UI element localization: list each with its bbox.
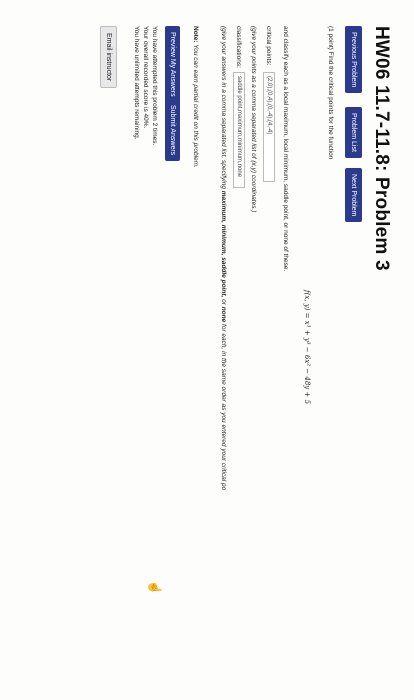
hint-pre: (give your answers in a comma separated … bbox=[220, 26, 227, 191]
critical-points-hint: (give your points as a comma separated l… bbox=[250, 26, 257, 213]
classify-instruction: and classify each as a local maximum, lo… bbox=[282, 26, 289, 272]
pointer-cursor-icon: ☝ bbox=[148, 580, 162, 595]
classifications-label: classifications: bbox=[235, 26, 242, 68]
note-text: You can earn partial credit on this prob… bbox=[192, 42, 199, 168]
attempts-text: You have attempted this problem 2 times. bbox=[151, 26, 158, 146]
page-title: HW06 11.7-11.8: Problem 3 bbox=[371, 26, 392, 271]
critical-points-label: critical points: bbox=[265, 26, 272, 66]
partial-credit-note: Note: You can earn partial credit on thi… bbox=[192, 26, 199, 168]
classifications-hint: (give your answers in a comma separated … bbox=[220, 26, 227, 490]
rotated-screen: HW06 11.7-11.8: Problem 3 Previous Probl… bbox=[0, 0, 414, 700]
problem-list-button[interactable]: Problem List bbox=[345, 107, 362, 158]
hint-or: or bbox=[220, 297, 227, 307]
hint-post: for each, in the same order as you enter… bbox=[220, 322, 227, 491]
note-label: Note: bbox=[192, 26, 199, 43]
score-text: Your overall recorded score is 40%. bbox=[142, 26, 149, 129]
email-instructor-button[interactable]: Email instructor bbox=[100, 26, 117, 89]
remaining-text: You have unlimited attempts remaining. bbox=[133, 26, 140, 140]
function-formula: f(x, y) = x³ + y³ − 6x² − 48y + 5 bbox=[303, 290, 311, 405]
next-problem-button[interactable]: Next Problem bbox=[345, 168, 362, 223]
submit-answers-button[interactable]: Submit Answers bbox=[165, 99, 180, 162]
preview-answers-button[interactable]: Preview My Answers bbox=[165, 26, 180, 103]
classifications-input[interactable]: saddle point,maximum,minimum,none bbox=[233, 72, 245, 188]
critical-points-input[interactable]: (2,0),(0,4),(0,-4),(4,-4) bbox=[263, 72, 275, 182]
hint-terms: maximum, minimum, saddle point, bbox=[220, 190, 227, 298]
problem-intro: (1 point) Find the critical points for t… bbox=[327, 26, 334, 160]
page: HW06 11.7-11.8: Problem 3 Previous Probl… bbox=[0, 0, 414, 700]
hint-none: none bbox=[220, 306, 227, 323]
previous-problem-button[interactable]: Previous Problem bbox=[345, 26, 362, 94]
